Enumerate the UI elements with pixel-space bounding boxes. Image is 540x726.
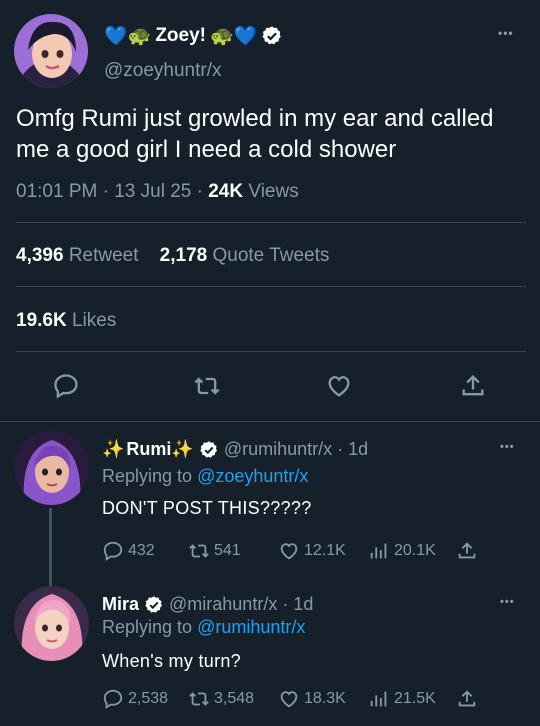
quotes-count: 2,178 [159, 245, 208, 266]
display-name: Zoey! [155, 25, 207, 46]
mira-name: Mira [102, 594, 140, 614]
display-name-prefix: 💙🐢 [104, 26, 152, 47]
retweet-count: 541 [214, 542, 241, 559]
tweet-text: Omfg Rumi just growled in my ear and cal… [16, 105, 494, 163]
replying-to-link[interactable]: @zoeyhuntr/x [197, 466, 308, 486]
replying-prefix: Replying to [102, 466, 193, 486]
display-name-suffix: 🐢💙 [210, 26, 258, 47]
mira-age: 1d [293, 594, 314, 614]
separator: · [337, 439, 344, 459]
views-icon [370, 691, 387, 707]
divider [16, 222, 526, 223]
thread-line [49, 508, 52, 586]
separator: · [282, 594, 289, 614]
reply-icon [103, 689, 123, 709]
meta-separator: · [196, 181, 209, 202]
reply-count: 2,538 [128, 690, 169, 707]
retweets-label: Retweet [68, 245, 139, 266]
like-button[interactable]: 12.1K [278, 540, 368, 562]
views-count: 24K [208, 181, 244, 202]
rumi-name-row[interactable]: ✨ Rumi ✨ @rumihuntr/x · 1d [102, 439, 368, 460]
like-count: 12.1K [304, 542, 346, 559]
rumi-handle: @rumihuntr/x [223, 439, 333, 459]
replying-prefix: Replying to [102, 617, 193, 637]
retweet-icon [189, 692, 209, 706]
reply-button[interactable]: 432 [102, 540, 188, 562]
like-icon [328, 376, 350, 397]
views-count: 21.5K [394, 690, 436, 707]
meta-separator: · [102, 181, 115, 202]
name-prefix: ✨ [102, 439, 125, 459]
retweet-button[interactable]: 3,548 [188, 688, 278, 710]
views-icon [370, 543, 387, 559]
more-icon[interactable]: ••• [500, 441, 515, 453]
verified-icon [145, 595, 163, 613]
replying-to-link[interactable]: @rumihuntr/x [197, 617, 305, 637]
mira-reply-text: When's my turn? [102, 651, 241, 671]
quotes-label: Quote Tweets [212, 245, 330, 266]
replying-to: Replying to @zoeyhuntr/x [102, 466, 308, 487]
retweets-count: 4,396 [16, 245, 64, 266]
share-button[interactable] [457, 370, 489, 402]
retweet-button[interactable] [191, 370, 223, 402]
share-icon [458, 542, 476, 559]
likes-count: 19.6K [16, 310, 67, 331]
reply-count: 432 [128, 542, 155, 559]
verified-icon [200, 440, 217, 458]
divider [16, 286, 526, 287]
mira-handle: @mirahuntr/x [169, 594, 278, 614]
rumi-avatar[interactable] [14, 430, 89, 505]
name-suffix: ✨ [171, 439, 194, 459]
views-button[interactable]: 20.1K [368, 540, 456, 562]
divider [0, 421, 540, 422]
likes-stats[interactable]: 19.6K Likes [16, 310, 116, 332]
likes-label: Likes [71, 310, 117, 331]
reply-icon [54, 374, 78, 399]
zoey-avatar[interactable] [14, 14, 88, 88]
rumi-age: 1d [348, 439, 369, 459]
retweet-button[interactable]: 541 [188, 540, 278, 562]
reply-button[interactable] [50, 370, 82, 402]
tweet-meta: 01:01 PM · 13 Jul 25 · 24K Views [16, 181, 299, 203]
reply-button[interactable]: 2,538 [102, 688, 188, 710]
retweet-count: 3,548 [214, 690, 255, 707]
views-label: Views [248, 181, 299, 202]
zoey-display-name[interactable]: 💙🐢 Zoey! 🐢💙 [104, 24, 283, 48]
share-icon [458, 690, 476, 707]
more-icon[interactable]: ••• [500, 596, 515, 608]
mira-name-row[interactable]: Mira @mirahuntr/x · 1d [102, 594, 313, 615]
like-icon [280, 691, 298, 708]
reply-icon [103, 541, 123, 561]
like-count: 18.3K [304, 690, 346, 707]
zoey-handle[interactable]: @zoeyhuntr/x [104, 60, 222, 82]
rumi-actions: 432 541 12.1K 20.1K [102, 540, 478, 562]
mira-avatar[interactable] [14, 586, 89, 661]
replying-to: Replying to @rumihuntr/x [102, 617, 305, 638]
views-button[interactable]: 21.5K [368, 688, 456, 710]
rumi-name: Rumi [126, 439, 172, 459]
like-icon [280, 543, 298, 560]
more-icon[interactable]: ••• [498, 26, 514, 40]
retweet-icon [194, 377, 220, 395]
rumi-reply-text: DON'T POST THIS????? [102, 498, 312, 518]
tweet-date: 13 Jul 25 [114, 181, 192, 202]
like-button[interactable] [323, 370, 355, 402]
tweet-time: 01:01 PM [16, 181, 98, 202]
like-button[interactable]: 18.3K [278, 688, 368, 710]
divider [16, 351, 526, 352]
mira-actions: 2,538 3,548 18.3K 21.5K [102, 688, 478, 710]
share-button[interactable] [456, 688, 478, 710]
retweet-icon [189, 544, 209, 558]
share-icon [462, 375, 484, 396]
views-count: 20.1K [394, 542, 436, 559]
verified-icon [262, 26, 282, 45]
share-button[interactable] [456, 540, 478, 562]
retweet-stats[interactable]: 4,396 Retweet 2,178 Quote Tweets [16, 245, 329, 267]
